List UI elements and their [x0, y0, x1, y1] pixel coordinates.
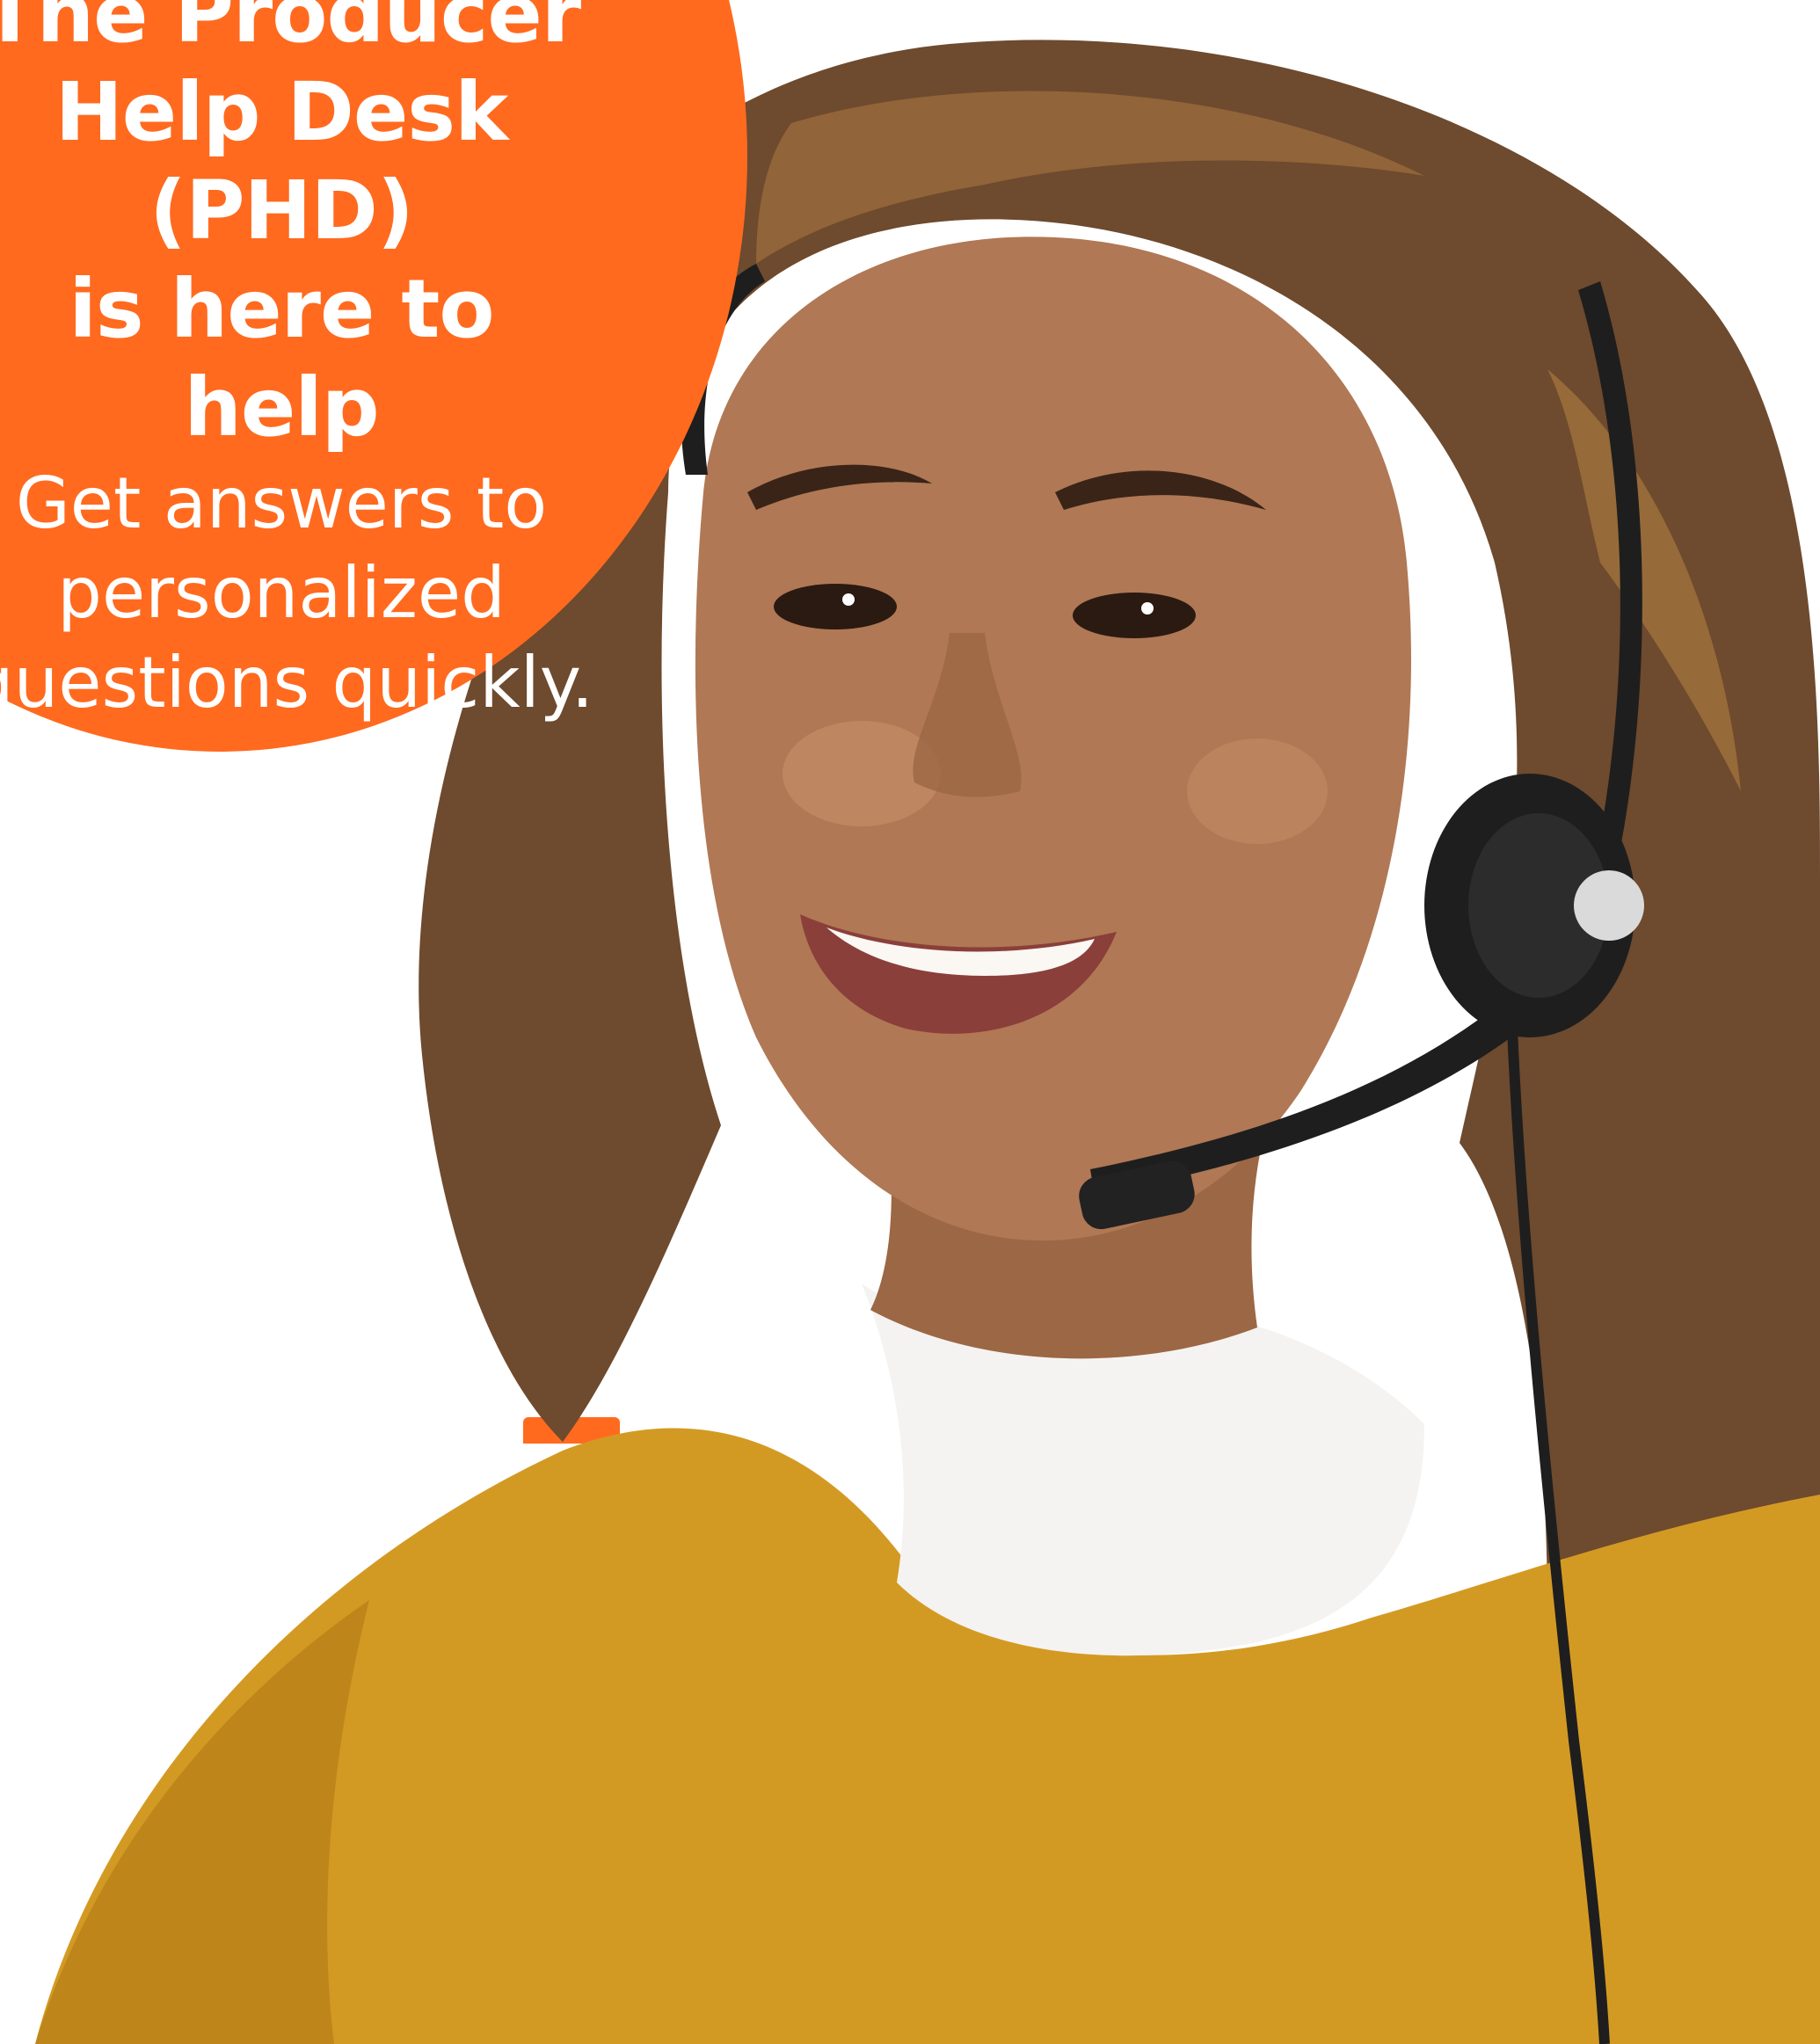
- callout-text: The Producer Help Desk (PHD) is here to …: [0, 0, 598, 726]
- promo-graphic: The Producer Help Desk (PHD) is here to …: [0, 0, 1820, 2044]
- eye-shine: [1141, 602, 1154, 615]
- headline-line-2: Help Desk (PHD): [55, 65, 509, 258]
- subhead-line-2: personalized: [57, 552, 506, 634]
- eye-right: [1073, 593, 1196, 638]
- eye-shine: [842, 593, 855, 606]
- subhead-line-1: Get answers to: [15, 462, 548, 544]
- subhead-line-3: questions quickly.: [0, 642, 594, 724]
- cheek-highlight: [1187, 738, 1328, 844]
- sweater-shadow: [35, 1600, 369, 2044]
- headline-line-1: The Producer: [0, 0, 581, 61]
- eye-left: [774, 584, 897, 629]
- headset-ear-cup-button: [1574, 870, 1644, 941]
- headline-line-3: is here to help: [69, 262, 494, 455]
